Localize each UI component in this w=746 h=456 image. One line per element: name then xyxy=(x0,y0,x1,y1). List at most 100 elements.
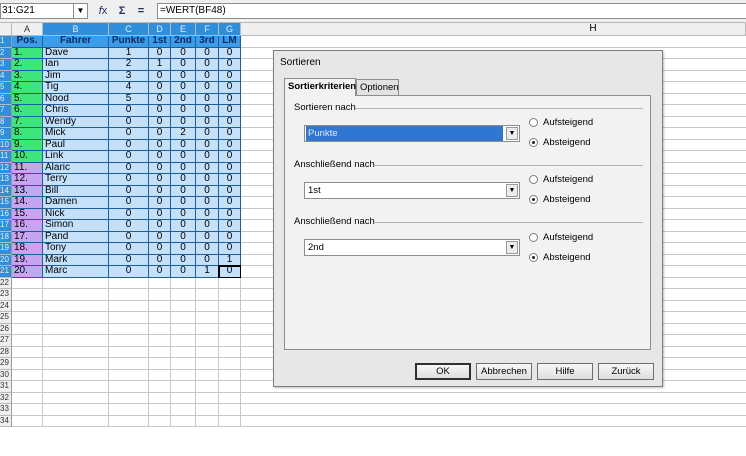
value-cell[interactable]: 0 xyxy=(219,70,241,82)
value-cell[interactable]: 0 xyxy=(219,243,241,255)
position-cell[interactable]: 17. xyxy=(12,231,43,243)
empty-cell[interactable] xyxy=(171,346,196,358)
empty-cell[interactable] xyxy=(12,381,43,393)
sort-key-3-select[interactable]: 2nd ▼ xyxy=(304,239,520,256)
empty-cell[interactable] xyxy=(171,404,196,416)
empty-cell[interactable] xyxy=(171,369,196,381)
value-cell[interactable]: 0 xyxy=(196,128,219,140)
value-cell[interactable]: 0 xyxy=(171,266,196,278)
driver-name-cell[interactable]: Terry xyxy=(43,174,109,186)
driver-name-cell[interactable]: Nood xyxy=(43,93,109,105)
value-cell[interactable]: 0 xyxy=(171,243,196,255)
empty-cell[interactable] xyxy=(196,358,219,370)
value-cell[interactable]: 0 xyxy=(196,151,219,163)
table-header-cell[interactable]: Pos. xyxy=(12,36,43,48)
empty-cell[interactable] xyxy=(196,392,219,404)
row-header[interactable]: 3 xyxy=(0,59,12,71)
empty-cell[interactable] xyxy=(12,323,43,335)
empty-cell[interactable] xyxy=(12,346,43,358)
position-cell[interactable]: 2. xyxy=(12,59,43,71)
column-header-b[interactable]: B xyxy=(43,23,109,36)
driver-name-cell[interactable]: Tony xyxy=(43,243,109,255)
driver-name-cell[interactable]: Mark xyxy=(43,254,109,266)
name-box[interactable]: 31:G21 xyxy=(0,3,74,19)
empty-cell[interactable] xyxy=(241,392,746,404)
row-header[interactable]: 23 xyxy=(0,289,12,301)
value-cell[interactable]: 0 xyxy=(109,128,149,140)
radio-button[interactable] xyxy=(529,175,538,184)
row-header[interactable]: 16 xyxy=(0,208,12,220)
value-cell[interactable]: 0 xyxy=(109,185,149,197)
empty-cell[interactable] xyxy=(109,277,149,289)
empty-cell[interactable] xyxy=(196,415,219,427)
empty-cell[interactable] xyxy=(196,346,219,358)
empty-cell[interactable] xyxy=(43,369,109,381)
value-cell[interactable]: 0 xyxy=(109,151,149,163)
row-header[interactable]: 15 xyxy=(0,197,12,209)
value-cell[interactable]: 0 xyxy=(149,197,171,209)
row-header[interactable]: 33 xyxy=(0,404,12,416)
value-cell[interactable]: 0 xyxy=(171,254,196,266)
row-header[interactable]: 24 xyxy=(0,300,12,312)
value-cell[interactable]: 0 xyxy=(171,139,196,151)
value-cell[interactable]: 0 xyxy=(196,105,219,117)
active-cell[interactable]: 0 xyxy=(218,265,242,279)
empty-cell[interactable] xyxy=(149,312,171,324)
row-header[interactable]: 4 xyxy=(0,70,12,82)
empty-cell[interactable] xyxy=(109,392,149,404)
empty-cell[interactable] xyxy=(196,323,219,335)
row-header[interactable]: 29 xyxy=(0,358,12,370)
row-header[interactable]: 32 xyxy=(0,392,12,404)
empty-cell[interactable] xyxy=(219,277,241,289)
row-header[interactable]: 18 xyxy=(0,231,12,243)
value-cell[interactable]: 0 xyxy=(219,128,241,140)
value-cell[interactable]: 0 xyxy=(149,151,171,163)
empty-cell[interactable] xyxy=(43,415,109,427)
corner-select-all[interactable] xyxy=(0,23,12,36)
position-cell[interactable]: 9. xyxy=(12,139,43,151)
value-cell[interactable]: 0 xyxy=(171,116,196,128)
row-header[interactable]: 31 xyxy=(0,381,12,393)
empty-cell[interactable] xyxy=(12,300,43,312)
row-header[interactable]: 17 xyxy=(0,220,12,232)
empty-cell[interactable] xyxy=(12,358,43,370)
value-cell[interactable]: 0 xyxy=(219,59,241,71)
empty-cell[interactable] xyxy=(43,392,109,404)
driver-name-cell[interactable]: Jim xyxy=(43,70,109,82)
empty-cell[interactable] xyxy=(196,369,219,381)
row-header[interactable]: 28 xyxy=(0,346,12,358)
value-cell[interactable]: 0 xyxy=(149,231,171,243)
empty-cell[interactable] xyxy=(149,335,171,347)
empty-cell[interactable] xyxy=(12,335,43,347)
tab-sort-criteria[interactable]: Sortierkriterien xyxy=(284,78,356,96)
value-cell[interactable]: 4 xyxy=(109,82,149,94)
value-cell[interactable]: 0 xyxy=(171,59,196,71)
value-cell[interactable]: 0 xyxy=(109,197,149,209)
value-cell[interactable]: 0 xyxy=(196,70,219,82)
driver-name-cell[interactable]: Bill xyxy=(43,185,109,197)
empty-cell[interactable] xyxy=(149,415,171,427)
empty-cell[interactable] xyxy=(149,300,171,312)
value-cell[interactable]: 0 xyxy=(219,174,241,186)
row-header[interactable]: 27 xyxy=(0,335,12,347)
value-cell[interactable]: 0 xyxy=(109,105,149,117)
value-cell[interactable]: 0 xyxy=(109,162,149,174)
value-cell[interactable]: 1 xyxy=(219,254,241,266)
empty-cell[interactable] xyxy=(196,404,219,416)
value-cell[interactable]: 0 xyxy=(109,243,149,255)
value-cell[interactable]: 0 xyxy=(219,197,241,209)
row-header[interactable]: 13 xyxy=(0,174,12,186)
value-cell[interactable]: 0 xyxy=(149,174,171,186)
value-cell[interactable]: 0 xyxy=(219,220,241,232)
table-header-cell[interactable]: Fahrer xyxy=(43,36,109,48)
column-header-f[interactable]: F xyxy=(196,23,219,36)
radio-button-checked[interactable] xyxy=(529,195,538,204)
value-cell[interactable]: 2 xyxy=(171,128,196,140)
radio-button-checked[interactable] xyxy=(529,138,538,147)
value-cell[interactable]: 0 xyxy=(219,116,241,128)
value-cell[interactable]: 0 xyxy=(109,116,149,128)
driver-name-cell[interactable]: Link xyxy=(43,151,109,163)
driver-name-cell[interactable]: Chris xyxy=(43,105,109,117)
empty-cell[interactable] xyxy=(149,346,171,358)
value-cell[interactable]: 0 xyxy=(171,151,196,163)
